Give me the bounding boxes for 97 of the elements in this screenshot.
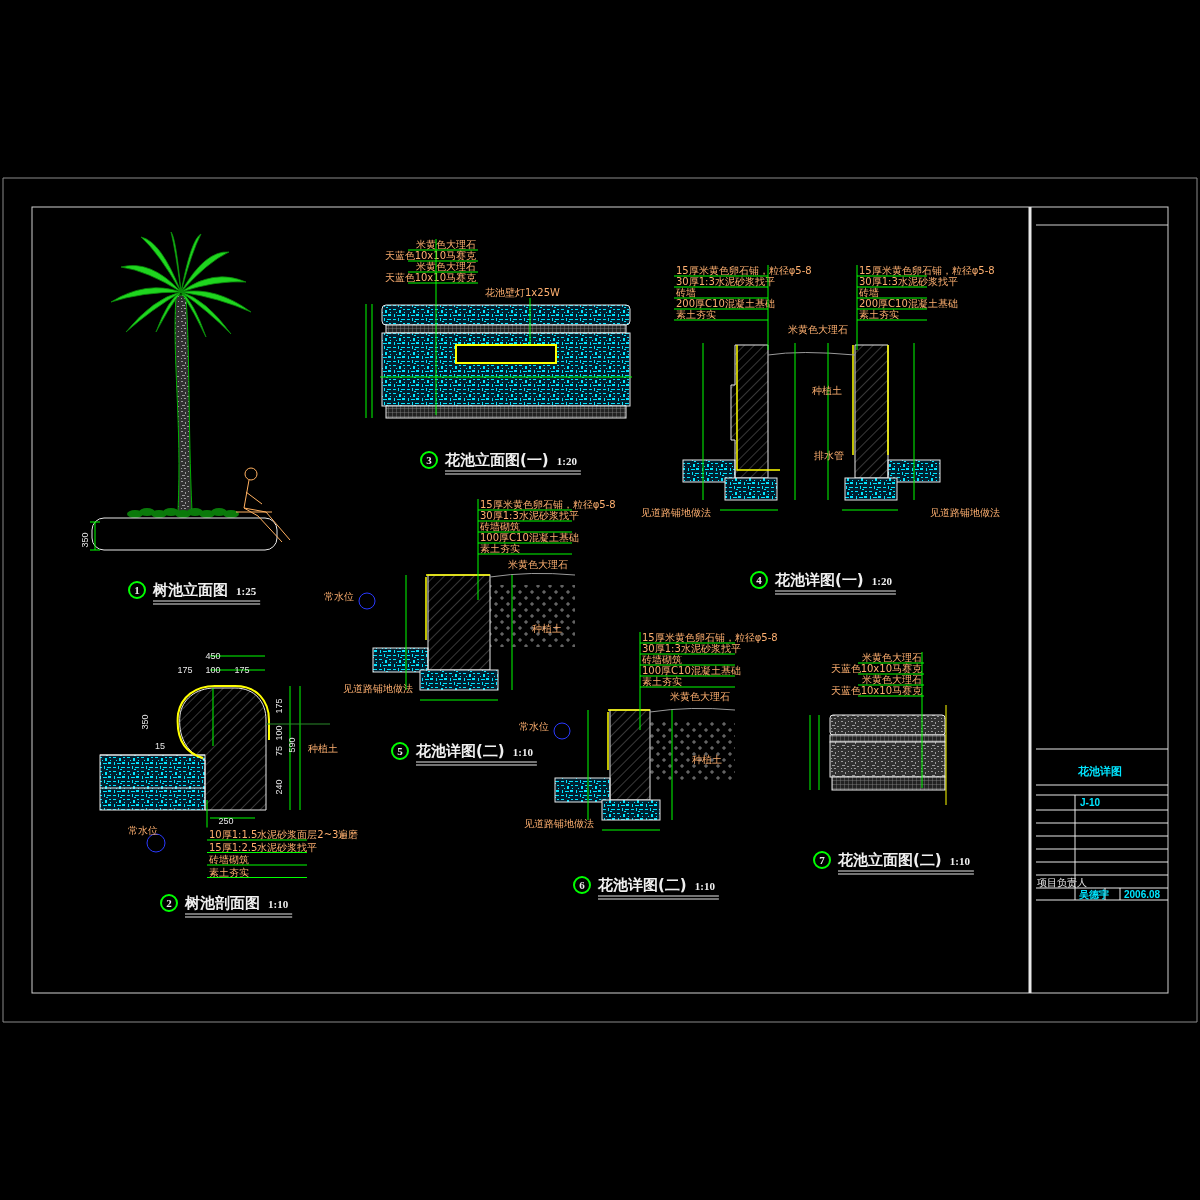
annotation-text: 米黄色大理石 [508, 559, 568, 570]
callout-circle [420, 451, 438, 469]
detail-number: 1 [134, 584, 140, 596]
annotation-text: 常水位 [324, 591, 354, 602]
scale-text: 1:25 [236, 585, 257, 597]
dimension-text: 175 [274, 698, 284, 714]
note-text: 天蓝色10x10马赛克 [384, 272, 476, 283]
annotation-text: 种植土 [692, 754, 722, 765]
annotation-text: 见道路铺地做法 [930, 507, 1000, 518]
note-text: 素土夯实 [676, 309, 716, 320]
dimension-text: 175 [234, 665, 250, 675]
note-text: 天蓝色10x10马赛克 [830, 663, 922, 674]
callout-circle [391, 742, 409, 760]
date-text: 2006.08 [1124, 889, 1161, 900]
note-text: 30厚1:3水泥砂浆找平 [859, 276, 958, 287]
note-text: 30厚1:3水泥砂浆找平 [480, 510, 579, 521]
note-text: 素土夯实 [480, 543, 520, 554]
note-text: 100厚C10混凝土基础 [642, 665, 741, 676]
dimension-text: 450 [205, 651, 221, 661]
note-text: 砖墙 [676, 287, 696, 298]
note-text: 素土夯实 [209, 866, 249, 878]
detail-number: 5 [397, 745, 403, 757]
note-text: 30厚1:3水泥砂浆找平 [642, 643, 741, 654]
drawing-title: 树池剖面图 [185, 894, 260, 912]
detail-number: 7 [819, 854, 825, 866]
dimension-text: 175 [177, 665, 193, 675]
note-text: 100厚C10混凝土基础 [480, 532, 579, 543]
drawing-title: 花池详图 [1078, 765, 1122, 778]
note-text: 砖墙砌筑 [642, 654, 682, 665]
note-text: 米黄色大理石 [416, 239, 476, 250]
annotation-text: 花池壁灯1x25W [485, 287, 560, 298]
water-level-marker-circle [358, 592, 376, 610]
dimension-text: 250 [218, 816, 234, 826]
designer-name: 吴德宇 [1079, 889, 1109, 900]
annotation-text: 见道路铺地做法 [343, 683, 413, 694]
drawing-title: 花池立面图(一) [445, 451, 549, 469]
dimension-text: 590 [287, 737, 297, 753]
dimension-text: 350 [80, 532, 90, 548]
note-text: 米黄色大理石 [862, 674, 922, 685]
note-text: 砖墙 [859, 287, 879, 298]
drawing-title: 花池详图(一) [775, 571, 864, 589]
note-text: 天蓝色10x10马赛克 [830, 685, 922, 696]
callout-circle [128, 581, 146, 599]
dimension-text: 240 [274, 779, 284, 795]
note-text: 米黄色大理石 [862, 652, 922, 663]
drawing-title: 花池详图(二) [598, 876, 687, 894]
note-text: 15厚1:2.5水泥砂浆找平 [209, 841, 318, 853]
annotation-text: 见道路铺地做法 [641, 507, 711, 518]
callout-circle [750, 571, 768, 589]
note-text: 砖墙砌筑 [480, 521, 520, 532]
note-text: 素土夯实 [642, 676, 682, 687]
detail-number: 4 [756, 574, 762, 586]
detail-number: 6 [579, 879, 585, 891]
annotation-text: 见道路铺地做法 [524, 818, 594, 829]
callout-circle [160, 894, 178, 912]
note-text: 15厚米黄色卵石铺，粒径φ5-8 [480, 499, 616, 510]
dimension-text: 75 [274, 746, 284, 756]
scale-text: 1:20 [871, 575, 892, 587]
annotation-text: 种植土 [308, 743, 338, 754]
note-text: 15厚米黄色卵石铺，粒径φ5-8 [642, 632, 778, 643]
field-label: 项目负责人 [1037, 877, 1087, 888]
leader-line [206, 799, 208, 828]
note-text: 素土夯实 [859, 309, 899, 320]
drawing-title: 花池立面图(二) [838, 851, 942, 869]
note-text: 10厚1:1.5水泥砂浆面层2~3遍磨 [209, 829, 359, 840]
scale-text: 1:10 [949, 855, 970, 867]
scale-text: 1:10 [268, 898, 289, 910]
scale-text: 1:10 [694, 880, 715, 892]
annotation-text: 米黄色大理石 [670, 691, 730, 702]
annotation-text: 排水管 [814, 450, 844, 461]
annotation-text: 种植土 [532, 623, 562, 634]
annotation-text: 常水位 [128, 825, 158, 836]
note-text: 米黄色大理石 [416, 261, 476, 272]
note-text: 砖墙砌筑 [209, 854, 249, 865]
dimension-text: 350 [140, 714, 150, 730]
dimension-text: 100 [205, 665, 221, 675]
drawing-number: J-10 [1080, 797, 1100, 808]
callout-circle [573, 876, 591, 894]
note-text: 天蓝色10x10马赛克 [384, 250, 476, 261]
drawing-title: 花池详图(二) [416, 742, 505, 760]
detail-number: 2 [166, 897, 172, 909]
dimension-text: 15 [155, 741, 165, 751]
drawing-title: 树池立面图 [153, 581, 228, 599]
annotation-text: 种植土 [812, 385, 842, 396]
annotation-text: 常水位 [519, 721, 549, 732]
scale-text: 1:20 [556, 455, 577, 467]
note-text: 30厚1:3水泥砂浆找平 [676, 276, 775, 287]
note-text: 15厚米黄色卵石铺，粒径φ5-8 [676, 265, 812, 276]
note-text: 200厚C10混凝土基础 [676, 298, 775, 309]
callout-circle [813, 851, 831, 869]
scale-text: 1:10 [512, 746, 533, 758]
water-level-marker-circle [553, 722, 571, 740]
note-text: 200厚C10混凝土基础 [859, 298, 958, 309]
annotation-text: 米黄色大理石 [788, 324, 848, 335]
detail-number: 3 [426, 454, 432, 466]
note-text: 15厚米黄色卵石铺，粒径φ5-8 [859, 265, 995, 276]
dimension-text: 100 [274, 725, 284, 741]
